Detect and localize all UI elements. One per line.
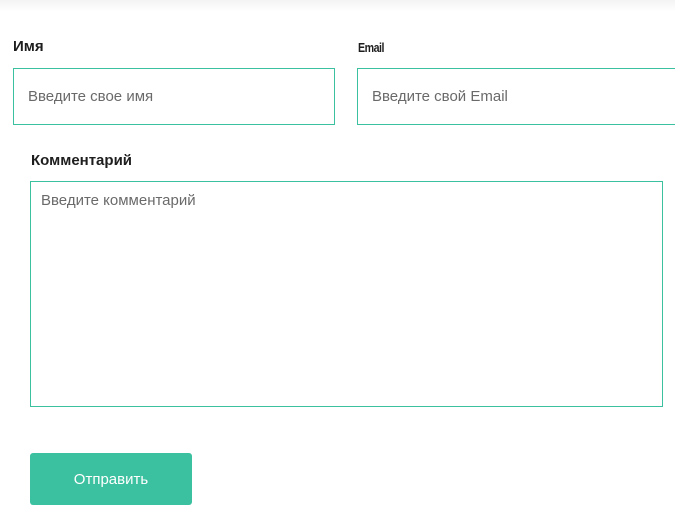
comment-textarea[interactable] [30,181,663,407]
submit-button[interactable]: Отправить [30,453,192,505]
comment-label: Комментарий [31,152,133,169]
email-label: Email [358,40,384,55]
top-divider [0,0,675,12]
name-label: Имя [13,38,44,55]
email-input[interactable] [357,68,675,125]
name-input[interactable] [13,68,335,125]
